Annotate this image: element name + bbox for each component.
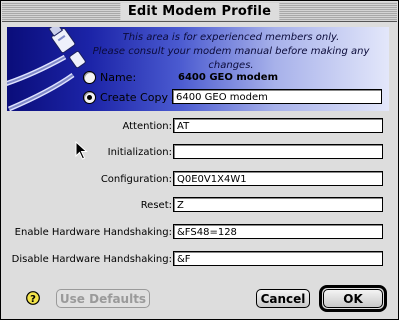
attention-label: Attention: [122,121,172,132]
profile-name: 6400 GEO modem [178,72,278,83]
name-label: Name: [100,71,137,84]
configuration-input[interactable]: Q0E0V1X4W1 [173,171,383,186]
disable-handshaking-label: Disable Hardware Handshaking: [11,254,172,265]
warning-line-2: Please consult your modem manual before … [92,46,370,71]
initialization-input[interactable] [173,144,383,159]
arrow-cursor-icon [75,141,88,160]
title-bar[interactable]: Edit Modem Profile [2,2,397,22]
use-defaults-button[interactable]: Use Defaults [56,289,150,308]
create-copy-radio[interactable] [83,91,96,104]
reset-input[interactable]: Z [173,197,383,212]
attention-input[interactable]: AT [173,118,383,133]
initialization-label: Initialization: [107,147,172,158]
configuration-label: Configuration: [100,174,172,185]
window-title: Edit Modem Profile [119,3,280,20]
question-mark-icon[interactable]: ? [26,291,40,305]
warning-line-1: This area is for experienced members onl… [122,32,340,43]
warning-text: This area is for experienced members onl… [81,31,381,73]
reset-label: Reset: [140,200,172,211]
edit-modem-profile-dialog: Edit Modem Profile This area is for expe… [0,0,399,320]
warning-banner: This area is for experienced members onl… [7,27,389,111]
enable-handshaking-label: Enable Hardware Handshaking: [14,227,172,238]
svg-text:?: ? [30,294,36,305]
name-radio[interactable] [83,71,96,84]
ok-button[interactable]: OK [323,289,383,308]
disable-handshaking-input[interactable]: &F [173,251,383,266]
enable-handshaking-input[interactable]: &FS48=128 [173,224,383,239]
create-copy-input[interactable]: 6400 GEO modem [172,89,382,104]
cancel-button[interactable]: Cancel [256,289,310,308]
